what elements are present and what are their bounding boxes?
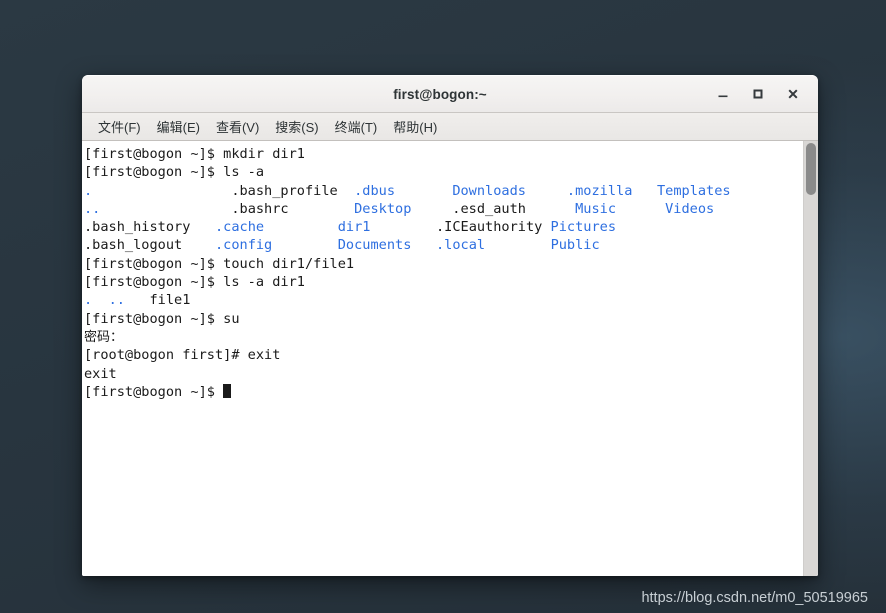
menu-item-terminal[interactable]: 终端(T): [327, 115, 386, 138]
terminal-text: .bash_logout: [84, 237, 215, 253]
terminal-text: [root@bogon first]# exit: [84, 347, 280, 363]
minimize-button[interactable]: [712, 83, 734, 105]
menu-item-help[interactable]: 帮助(H): [385, 115, 445, 138]
terminal-text: [92, 292, 108, 308]
terminal-dir-name: ..: [84, 201, 100, 217]
terminal-dir-name: Music: [575, 201, 616, 217]
scrollbar-thumb[interactable]: [806, 143, 816, 195]
terminal-text: [411, 237, 436, 253]
terminal-line: . .. file1: [84, 291, 803, 309]
terminal-cursor: [223, 384, 231, 398]
terminal-dir-name: .mozilla: [567, 183, 632, 199]
title-bar[interactable]: first@bogon:~: [82, 75, 818, 113]
terminal-text: [395, 183, 452, 199]
terminal-line: .bash_history .cache dir1 .ICEauthority …: [84, 218, 803, 236]
maximize-button[interactable]: [747, 83, 769, 105]
terminal-line: [root@bogon first]# exit: [84, 346, 803, 364]
terminal-text: [first@bogon ~]$ touch dir1/file1: [84, 256, 354, 272]
terminal-line: .. .bashrc Desktop .esd_auth Music Video…: [84, 200, 803, 218]
terminal-line: . .bash_profile .dbus Downloads .mozilla…: [84, 182, 803, 200]
terminal-text: 密码：: [84, 330, 123, 345]
terminal-dir-name: Templates: [657, 183, 731, 199]
terminal-dir-name: .dbus: [354, 183, 395, 199]
terminal-output[interactable]: [first@bogon ~]$ mkdir dir1 [first@bogon …: [82, 141, 803, 576]
window-title: first@bogon:~: [82, 87, 712, 102]
terminal-text: exit: [84, 366, 117, 382]
terminal-text: [first@bogon ~]$ su: [84, 311, 240, 327]
terminal-line: [first@bogon ~]$ ls -a: [84, 163, 803, 181]
terminal-dir-name: Pictures: [551, 219, 616, 235]
terminal-dir-name: Documents: [338, 237, 412, 253]
terminal-dir-name: Downloads: [452, 183, 526, 199]
terminal-text: [first@bogon ~]$ ls -a dir1: [84, 274, 305, 290]
terminal-text: [526, 183, 567, 199]
terminal-dir-name: Public: [551, 237, 600, 253]
terminal-dir-name: .: [84, 183, 92, 199]
terminal-line: .bash_logout .config Documents .local Pu…: [84, 236, 803, 254]
menu-bar: 文件(F) 编辑(E) 查看(V) 搜索(S) 终端(T) 帮助(H): [82, 113, 818, 141]
terminal-text: [485, 237, 550, 253]
terminal-line: [first@bogon ~]$ touch dir1/file1: [84, 255, 803, 273]
terminal-dir-name: .cache: [215, 219, 264, 235]
watermark: https://blog.csdn.net/m0_50519965: [641, 590, 868, 606]
terminal-dir-name: .config: [215, 237, 272, 253]
terminal-line: exit: [84, 365, 803, 383]
terminal-text: [616, 201, 665, 217]
terminal-dir-name: ..: [109, 292, 125, 308]
terminal-line: [first@bogon ~]$ ls -a dir1: [84, 273, 803, 291]
terminal-text: file1: [125, 292, 190, 308]
terminal-text: .ICEauthority: [370, 219, 550, 235]
terminal-line: [first@bogon ~]$ su: [84, 310, 803, 328]
terminal-body: [first@bogon ~]$ mkdir dir1 [first@bogon …: [82, 141, 818, 576]
terminal-text: [first@bogon ~]$ ls -a: [84, 164, 264, 180]
desktop-background: first@bogon:~: [0, 0, 886, 613]
menu-item-search[interactable]: 搜索(S): [267, 115, 326, 138]
terminal-line: [first@bogon ~]$ mkdir dir1: [84, 145, 803, 163]
terminal-dir-name: .local: [436, 237, 485, 253]
terminal-text: .bash_profile: [92, 183, 354, 199]
terminal-text: [first@bogon ~]$ mkdir dir1: [84, 146, 305, 162]
terminal-dir-name: Videos: [665, 201, 714, 217]
close-button[interactable]: [782, 83, 804, 105]
terminal-text: [632, 183, 657, 199]
terminal-dir-name: .: [84, 292, 92, 308]
terminal-dir-name: Desktop: [354, 201, 411, 217]
terminal-window: first@bogon:~: [82, 75, 818, 576]
menu-item-file[interactable]: 文件(F): [90, 115, 149, 138]
menu-item-edit[interactable]: 编辑(E): [149, 115, 208, 138]
terminal-dir-name: dir1: [338, 219, 371, 235]
terminal-scrollbar[interactable]: [803, 141, 818, 576]
terminal-text: [first@bogon ~]$: [84, 384, 223, 400]
menu-item-view[interactable]: 查看(V): [208, 115, 267, 138]
terminal-text: .bashrc: [100, 201, 354, 217]
terminal-text: .bash_history: [84, 219, 215, 235]
terminal-text: .esd_auth: [411, 201, 575, 217]
terminal-text: [272, 237, 337, 253]
terminal-line: [first@bogon ~]$: [84, 383, 803, 401]
terminal-line: 密码：: [84, 328, 803, 346]
window-controls: [712, 83, 818, 105]
terminal-text: [264, 219, 338, 235]
